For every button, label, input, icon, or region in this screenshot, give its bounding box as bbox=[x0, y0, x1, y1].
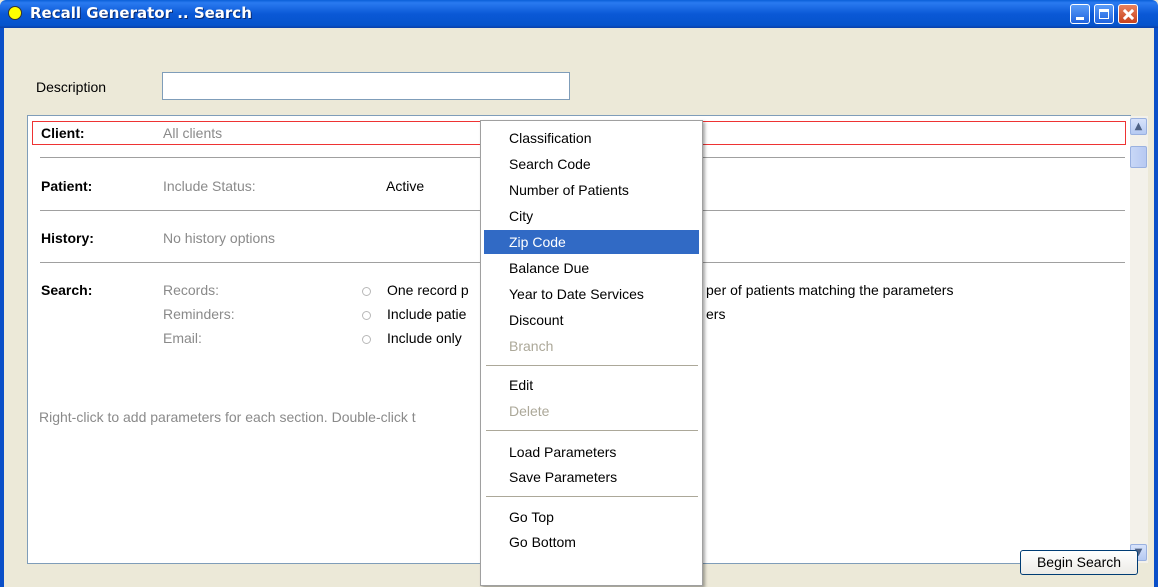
window-title: Recall Generator .. Search bbox=[30, 4, 252, 22]
context-menu: Classification Search Code Number of Pat… bbox=[480, 120, 703, 586]
window-frame-right bbox=[1154, 28, 1158, 587]
description-label: Description bbox=[36, 79, 107, 95]
menu-item-year-to-date-services[interactable]: Year to Date Services bbox=[484, 282, 699, 306]
vertical-scrollbar[interactable]: ▲ ▼ bbox=[1130, 116, 1148, 563]
menu-item-classification[interactable]: Classification bbox=[484, 126, 699, 150]
email-option-text: Include only bbox=[387, 330, 462, 346]
records-option-text: One record p bbox=[387, 282, 469, 298]
window-frame-left bbox=[0, 28, 4, 587]
client-value: All clients bbox=[163, 125, 223, 141]
begin-search-button[interactable]: Begin Search bbox=[1020, 550, 1138, 575]
patient-field-value: Active bbox=[386, 178, 425, 194]
records-label: Records: bbox=[163, 282, 220, 298]
menu-item-load-parameters[interactable]: Load Parameters bbox=[484, 440, 699, 464]
client-label: Client: bbox=[41, 125, 85, 141]
menu-item-zip-code[interactable]: Zip Code bbox=[484, 230, 699, 254]
menu-item-save-parameters[interactable]: Save Parameters bbox=[484, 465, 699, 489]
menu-separator bbox=[486, 365, 698, 366]
menu-item-edit[interactable]: Edit bbox=[484, 373, 699, 397]
menu-item-branch: Branch bbox=[509, 338, 554, 354]
scroll-up-arrow-icon[interactable]: ▲ bbox=[1130, 118, 1147, 135]
title-bar[interactable]: Recall Generator .. Search bbox=[0, 0, 1158, 28]
email-radio[interactable] bbox=[362, 335, 371, 344]
patient-label: Patient: bbox=[41, 178, 93, 194]
menu-separator bbox=[486, 496, 698, 497]
menu-separator bbox=[486, 430, 698, 431]
menu-item-city[interactable]: City bbox=[484, 204, 699, 228]
reminders-option-text-continued: ers bbox=[706, 306, 726, 322]
menu-item-search-code[interactable]: Search Code bbox=[484, 152, 699, 176]
description-input[interactable] bbox=[162, 72, 570, 100]
maximize-button[interactable] bbox=[1094, 4, 1114, 24]
records-radio[interactable] bbox=[362, 287, 371, 296]
minimize-button[interactable] bbox=[1070, 4, 1090, 24]
reminders-option-text: Include patie bbox=[387, 306, 467, 322]
patient-field-label: Include Status: bbox=[163, 178, 256, 194]
menu-item-go-top[interactable]: Go Top bbox=[484, 505, 699, 529]
menu-item-delete: Delete bbox=[509, 403, 550, 419]
search-label: Search: bbox=[41, 282, 93, 298]
instructions-hint: Right-click to add parameters for each s… bbox=[39, 409, 416, 425]
records-option-text-continued: per of patients matching the parameters bbox=[706, 282, 954, 298]
menu-item-number-of-patients[interactable]: Number of Patients bbox=[484, 178, 699, 202]
reminders-radio[interactable] bbox=[362, 311, 371, 320]
scroll-thumb[interactable] bbox=[1130, 146, 1147, 168]
menu-item-balance-due[interactable]: Balance Due bbox=[484, 256, 699, 280]
menu-item-go-bottom[interactable]: Go Bottom bbox=[484, 530, 699, 554]
reminders-label: Reminders: bbox=[163, 306, 235, 322]
email-label: Email: bbox=[163, 330, 202, 346]
recall-generator-window: Recall Generator .. Search Description C… bbox=[0, 0, 1158, 587]
history-label: History: bbox=[41, 230, 94, 246]
yellow-circle-icon bbox=[8, 6, 22, 20]
menu-item-discount[interactable]: Discount bbox=[484, 308, 699, 332]
close-button[interactable] bbox=[1118, 4, 1138, 24]
history-value: No history options bbox=[163, 230, 276, 246]
